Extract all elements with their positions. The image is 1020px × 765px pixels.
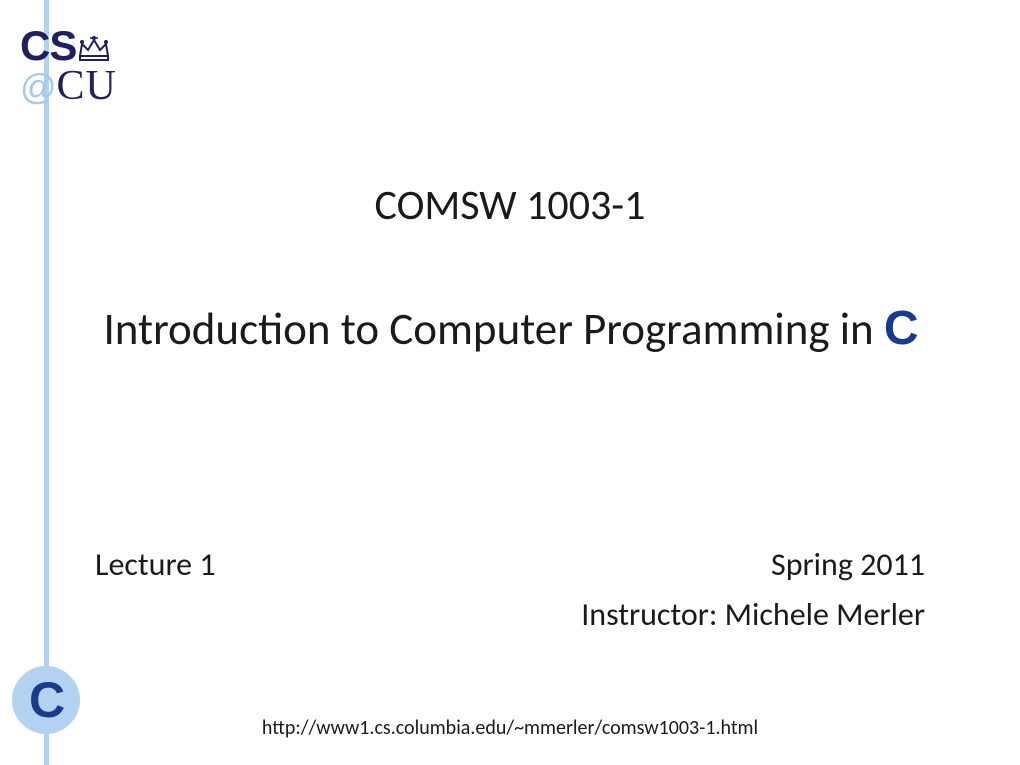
- language-c-glyph: C: [884, 302, 917, 355]
- logo-cu-text: CU: [57, 65, 117, 107]
- logo-cs-row: CS: [20, 25, 160, 67]
- logo-at-text: @: [20, 69, 57, 105]
- lecture-info-row: Lecture 1 Spring 2011: [95, 545, 925, 584]
- course-code: COMSW 1003-1: [0, 180, 1020, 231]
- logo-cu-row: @ CU: [20, 65, 160, 107]
- decorative-vertical-line: [44, 0, 49, 765]
- course-url: http://www1.cs.columbia.edu/~mmerler/com…: [0, 716, 1020, 740]
- logo-cs-text: CS: [20, 25, 76, 67]
- lecture-number: Lecture 1: [95, 545, 216, 584]
- term-label: Spring 2011: [771, 545, 925, 584]
- course-title: Introduction to Computer Programming in …: [0, 300, 1020, 358]
- crown-icon: [78, 34, 110, 62]
- instructor-label: Instructor: Michele Merler: [581, 595, 925, 634]
- course-title-prefix: Introduction to Computer Programming in: [103, 302, 883, 357]
- department-logo: CS @ CU: [20, 25, 160, 107]
